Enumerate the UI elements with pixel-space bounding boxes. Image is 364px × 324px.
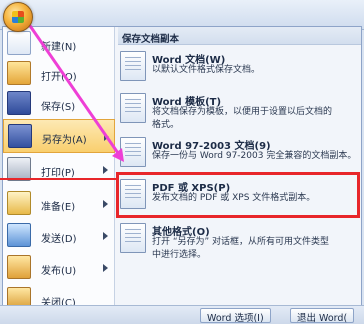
submenu-heading: 保存文档副本	[118, 27, 361, 45]
word-97-2003-icon	[120, 137, 146, 167]
option-other-formats[interactable]: 其他格式(O) 打开 “另存为” 对话框，从所有可用文件类型 中进行选择。	[120, 223, 360, 267]
menu-item-label: 另存为(A)	[42, 135, 87, 146]
open-folder-icon	[7, 61, 31, 85]
menu-item-save-as[interactable]: 另存为(A)	[3, 119, 115, 153]
publish-icon	[7, 255, 31, 279]
office-button[interactable]	[3, 2, 33, 32]
menu-item-label: 新建(N)	[41, 42, 77, 53]
chevron-right-icon	[103, 200, 108, 208]
pdf-xps-icon	[120, 179, 146, 209]
option-word-template[interactable]: Word 模板(T) 将文档保存为模板，以便用于设置以后文档的 格式。	[120, 93, 360, 137]
menu-item-label: 保存(S)	[41, 102, 76, 113]
menu-item-publish[interactable]: 发布(U)	[3, 251, 115, 285]
menu-item-label: 打印(P)	[41, 168, 75, 179]
menu-item-label: 准备(E)	[41, 202, 76, 213]
menu-item-open[interactable]: 打开(O)	[3, 57, 115, 91]
menu-item-save[interactable]: 保存(S)	[3, 87, 115, 121]
option-description: 打开 “另存为” 对话框，从所有可用文件类型 中进行选择。	[152, 237, 330, 260]
option-description: 保存一份与 Word 97-2003 完全兼容的文档副本。	[152, 151, 357, 161]
save-icon	[7, 91, 31, 115]
chevron-right-icon	[103, 264, 108, 272]
menu-item-label: 发布(U)	[41, 266, 77, 277]
exit-word-button[interactable]: 退出 Word(	[290, 308, 355, 324]
chevron-right-icon	[104, 133, 109, 141]
save-as-icon	[8, 124, 32, 148]
command-list: 新建(N) 打开(O) 保存(S) 另存为(A) 打印(P) 准备(E) 发送(…	[3, 27, 115, 319]
new-document-icon	[7, 31, 31, 55]
option-description: 发布文档的 PDF 或 XPS 文件格式副本。	[152, 193, 316, 203]
menu-item-label: 打开(O)	[41, 72, 77, 83]
option-description: 以默认文件格式保存文档。	[152, 65, 261, 75]
option-pdf-xps[interactable]: PDF 或 XPS(P) 发布文档的 PDF 或 XPS 文件格式副本。	[120, 179, 360, 215]
office-logo-icon	[12, 11, 24, 23]
chevron-right-icon	[103, 232, 108, 240]
highlight-divider-line	[0, 178, 116, 180]
send-icon	[7, 223, 31, 247]
word-template-icon	[120, 93, 146, 123]
menu-item-prepare[interactable]: 准备(E)	[3, 187, 115, 221]
menu-footer: Word 选项(I) 退出 Word(	[0, 305, 364, 324]
word-document-icon	[120, 51, 146, 81]
menu-item-print[interactable]: 打印(P)	[3, 153, 115, 187]
save-as-submenu: 保存文档副本 Word 文档(W) 以默认文件格式保存文档。 Word 模板(T…	[116, 27, 361, 319]
option-word-97-2003[interactable]: Word 97-2003 文档(9) 保存一份与 Word 97-2003 完全…	[120, 137, 360, 173]
menu-item-new[interactable]: 新建(N)	[3, 27, 115, 61]
menu-item-label: 发送(D)	[41, 234, 77, 245]
option-description: 将文档保存为模板，以便用于设置以后文档的 格式。	[152, 107, 333, 130]
other-formats-icon	[120, 223, 146, 253]
option-word-document[interactable]: Word 文档(W) 以默认文件格式保存文档。	[120, 51, 360, 87]
word-options-button[interactable]: Word 选项(I)	[200, 308, 271, 324]
chevron-right-icon	[103, 166, 108, 174]
office-menu: 新建(N) 打开(O) 保存(S) 另存为(A) 打印(P) 准备(E) 发送(…	[2, 26, 362, 320]
menu-item-send[interactable]: 发送(D)	[3, 219, 115, 253]
prepare-icon	[7, 191, 31, 215]
